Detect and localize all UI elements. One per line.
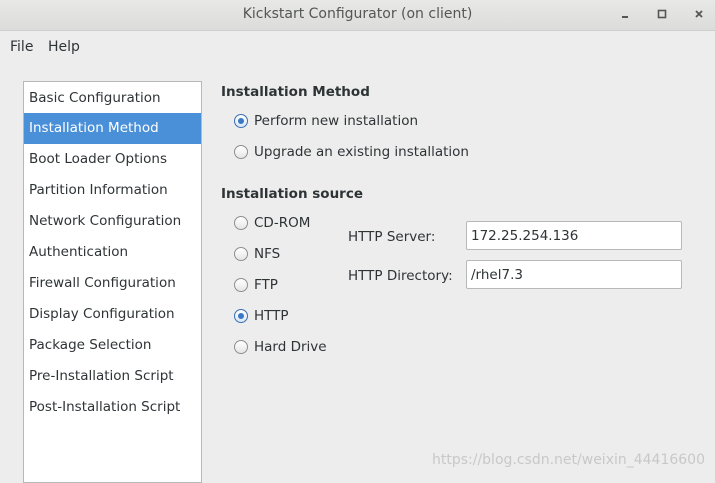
- maximize-button[interactable]: [652, 4, 672, 24]
- radio-button[interactable]: [234, 216, 248, 230]
- radio-button[interactable]: [234, 145, 248, 159]
- watermark: https://blog.csdn.net/weixin_44416600: [431, 452, 705, 468]
- sidebar-item-installation-method[interactable]: Installation Method: [24, 113, 201, 144]
- menu-help[interactable]: Help: [48, 39, 80, 55]
- http-server-input[interactable]: [466, 221, 682, 250]
- sidebar-item-authentication[interactable]: Authentication: [24, 237, 201, 268]
- menu-file[interactable]: File: [10, 39, 33, 55]
- http-directory-input[interactable]: [466, 260, 682, 289]
- minimize-icon: [622, 16, 628, 18]
- sidebar-item-partition-information[interactable]: Partition Information: [24, 175, 201, 206]
- minimize-button[interactable]: [615, 4, 635, 24]
- radio-button-checked[interactable]: [234, 114, 248, 128]
- radio-button-checked[interactable]: [234, 309, 248, 323]
- sidebar-item-boot-loader-options[interactable]: Boot Loader Options: [24, 144, 201, 175]
- title-bar: Kickstart Configurator (on client): [0, 0, 715, 31]
- radio-button[interactable]: [234, 340, 248, 354]
- menu-bar: File Help: [0, 30, 715, 64]
- sidebar-item-firewall-configuration[interactable]: Firewall Configuration: [24, 268, 201, 299]
- sidebar: Basic Configuration Installation Method …: [23, 81, 202, 483]
- radio-label: Hard Drive: [254, 339, 327, 355]
- http-directory-label: HTTP Directory:: [348, 268, 453, 284]
- radio-button[interactable]: [234, 278, 248, 292]
- installation-source-heading: Installation source: [221, 186, 364, 202]
- sidebar-item-display-configuration[interactable]: Display Configuration: [24, 299, 201, 330]
- radio-label: CD-ROM: [254, 215, 311, 231]
- radio-button[interactable]: [234, 247, 248, 261]
- radio-label: HTTP: [254, 308, 289, 324]
- radio-label: Upgrade an existing installation: [254, 144, 469, 160]
- window-title: Kickstart Configurator (on client): [242, 6, 473, 22]
- sidebar-item-package-selection[interactable]: Package Selection: [24, 330, 201, 361]
- sidebar-item-post-installation-script[interactable]: Post-Installation Script: [24, 392, 201, 423]
- sidebar-item-network-configuration[interactable]: Network Configuration: [24, 206, 201, 237]
- sidebar-item-pre-installation-script[interactable]: Pre-Installation Script: [24, 361, 201, 392]
- radio-label: NFS: [254, 246, 281, 262]
- http-server-label: HTTP Server:: [348, 229, 436, 245]
- radio-label: Perform new installation: [254, 113, 419, 129]
- close-button[interactable]: [689, 4, 709, 24]
- maximize-icon: [657, 9, 667, 19]
- close-icon: [695, 10, 703, 18]
- radio-label: FTP: [254, 277, 278, 293]
- sidebar-item-basic-configuration[interactable]: Basic Configuration: [24, 83, 201, 114]
- installation-method-heading: Installation Method: [221, 84, 370, 100]
